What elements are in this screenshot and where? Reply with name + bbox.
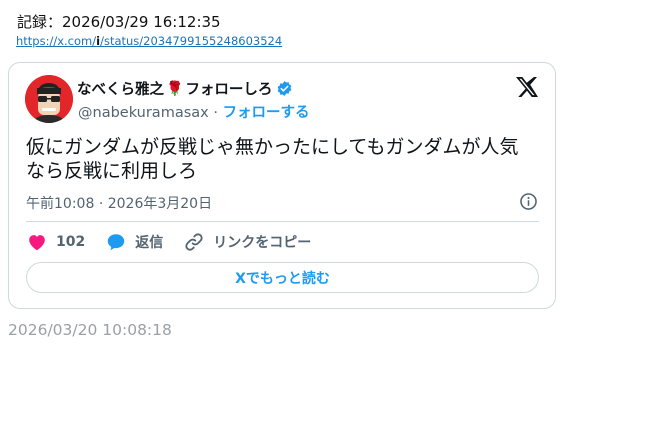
author-name[interactable]: なべくら雅之 🌹 フォローしろ bbox=[77, 78, 293, 99]
link-icon bbox=[185, 233, 203, 251]
copy-link-button[interactable]: リンクをコピー bbox=[183, 231, 311, 253]
info-icon[interactable] bbox=[519, 192, 538, 211]
follow-button[interactable]: フォローする bbox=[223, 105, 310, 121]
verified-badge-icon bbox=[278, 81, 292, 96]
tweet-time: 午前10:08 bbox=[26, 196, 95, 212]
tweet-text: 仮にガンダムが反戦じゃ無かったにしてもガンダムが人気なら反戦に利用しろ bbox=[26, 136, 519, 182]
rose-emoji: 🌹 bbox=[166, 80, 184, 97]
reply-icon bbox=[107, 234, 125, 251]
url-prefix: https://x.com/ bbox=[16, 34, 97, 48]
reply-button[interactable]: 返信 bbox=[105, 231, 163, 253]
tweet-url-link[interactable]: https://x.com/i/status/20347991552486035… bbox=[16, 34, 282, 48]
heart-icon bbox=[29, 235, 45, 251]
x-logo-icon[interactable] bbox=[515, 75, 539, 99]
like-count: 102 bbox=[56, 234, 86, 250]
footer-timestamp: 2026/03/20 10:08:18 bbox=[8, 321, 172, 339]
reply-label: 返信 bbox=[135, 235, 164, 251]
separator: · bbox=[213, 105, 218, 121]
author-handle-row: @nabekuramasax · フォローする bbox=[78, 101, 310, 122]
tweet-date: 2026年3月20日 bbox=[107, 196, 213, 212]
avatar[interactable] bbox=[25, 75, 73, 123]
record-header: 記録：2026/03/29 16:12:35 bbox=[17, 13, 221, 31]
action-bar: 102 返信 リンクをコピー bbox=[26, 231, 331, 253]
url-suffix: /status/2034799155248603524 bbox=[100, 34, 283, 48]
copy-link-label: リンクをコピー bbox=[213, 235, 312, 251]
like-button[interactable]: 102 bbox=[26, 231, 85, 253]
divider bbox=[26, 221, 539, 222]
name-suffix: フォローしろ bbox=[185, 82, 273, 98]
tweet-timestamp[interactable]: 午前10:08 · 2026年3月20日 bbox=[26, 193, 212, 213]
author-handle[interactable]: @nabekuramasax bbox=[78, 105, 209, 121]
meta-separator: · bbox=[98, 196, 104, 212]
embedded-tweet-card: なべくら雅之 🌹 フォローしろ @nabekuramasax · フォローする 仮に… bbox=[8, 62, 556, 309]
display-name: なべくら雅之 bbox=[77, 82, 164, 98]
read-more-button[interactable]: Xでもっと読む bbox=[26, 262, 539, 293]
